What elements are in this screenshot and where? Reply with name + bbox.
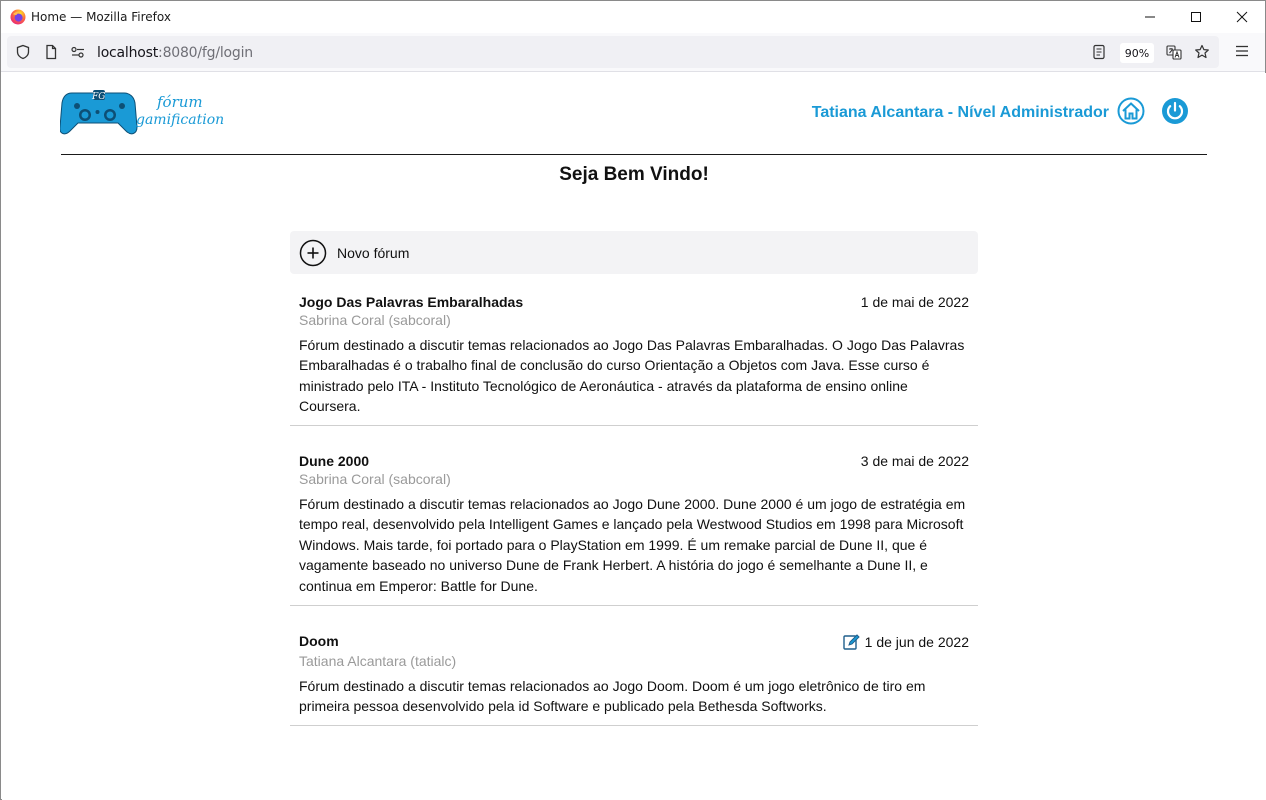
zoom-level-button[interactable]: 90% [1120, 43, 1154, 63]
forum-item[interactable]: Dune 2000 3 de mai de 2022 Sabrina Coral… [290, 426, 978, 606]
translate-icon[interactable] [1166, 44, 1182, 60]
page-icon[interactable] [43, 44, 59, 60]
permissions-icon[interactable] [70, 44, 86, 60]
forum-item[interactable]: Doom 1 de jun de 2022 Tatiana Alcantara … [290, 606, 978, 726]
home-icon[interactable] [1117, 97, 1145, 125]
forum-list: Novo fórum Jogo Das Palavras Embaralhada… [290, 231, 978, 726]
url-text[interactable]: localhost:8080/fg/login [97, 45, 253, 61]
logo-line-2: gamification [136, 112, 224, 128]
url-host: localhost [97, 45, 159, 61]
forum-author: Sabrina Coral (sabcoral) [299, 312, 451, 328]
page-content: FG fórum gamification Tatiana Alcantara … [2, 73, 1266, 800]
forum-title[interactable]: Doom [299, 633, 339, 649]
forum-title[interactable]: Jogo Das Palavras Embaralhadas [299, 294, 523, 310]
window-title: Home — Mozilla Firefox [31, 10, 171, 24]
edit-icon[interactable] [842, 633, 860, 651]
forum-date: 1 de jun de 2022 [864, 634, 969, 650]
minimize-icon [1145, 16, 1155, 18]
url-path: :8080/fg/login [158, 45, 253, 61]
logo-line-1: fórum [156, 93, 203, 111]
address-bar[interactable]: localhost:8080/fg/login 90% [7, 36, 1219, 68]
forum-item[interactable]: Jogo Das Palavras Embaralhadas 1 de mai … [290, 274, 978, 426]
forum-gamification-logo[interactable]: FG fórum gamification [60, 87, 235, 137]
forum-description: Fórum destinado a discutir temas relacio… [299, 337, 965, 415]
header-divider [61, 154, 1207, 155]
forum-date: 3 de mai de 2022 [860, 453, 969, 469]
forum-author: Tatiana Alcantara (tatialc) [299, 653, 457, 669]
hamburger-menu-icon[interactable] [1235, 44, 1249, 58]
new-forum-label: Novo fórum [337, 244, 410, 261]
logo-badge-text: FG [91, 92, 105, 102]
shield-icon[interactable] [15, 44, 31, 60]
close-button[interactable] [1219, 1, 1265, 33]
browser-window: Home — Mozilla Firefox localhost:8080/fg… [0, 0, 1266, 800]
forum-description: Fórum destinado a discutir temas relacio… [299, 496, 966, 594]
new-forum-button[interactable]: Novo fórum [290, 231, 978, 274]
navigation-bar: localhost:8080/fg/login 90% [1, 33, 1265, 72]
welcome-heading: Seja Bem Vindo! [559, 164, 709, 185]
title-bar: Home — Mozilla Firefox [1, 1, 1265, 33]
forum-title[interactable]: Dune 2000 [299, 453, 369, 469]
forum-author: Sabrina Coral (sabcoral) [299, 471, 451, 487]
maximize-icon [1191, 12, 1201, 22]
firefox-logo-icon [10, 9, 26, 25]
bookmark-star-icon[interactable] [1194, 44, 1210, 60]
maximize-button[interactable] [1173, 1, 1219, 33]
forum-description: Fórum destinado a discutir temas relacio… [299, 678, 926, 715]
reader-view-icon[interactable] [1091, 44, 1107, 60]
plus-circle-icon [299, 239, 327, 266]
forum-date: 1 de mai de 2022 [860, 294, 969, 310]
logged-user-label: Tatiana Alcantara - Nível Administrador [811, 104, 1109, 121]
close-icon [1236, 11, 1248, 23]
minimize-button[interactable] [1127, 1, 1173, 33]
power-logout-icon[interactable] [1161, 97, 1189, 125]
forum-date-group: 1 de jun de 2022 [842, 633, 969, 651]
